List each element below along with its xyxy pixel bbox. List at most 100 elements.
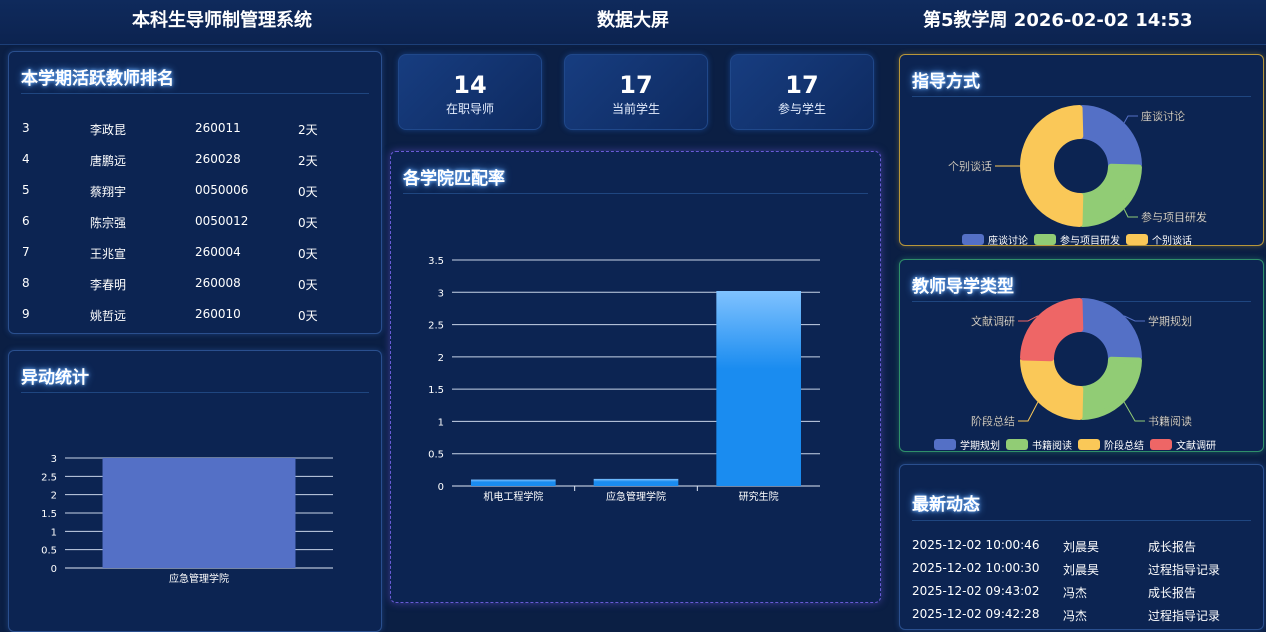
stat-value: 14 <box>453 71 487 99</box>
x-tick-label: 应急管理学院 <box>606 490 666 503</box>
ranking-days: 2天 <box>298 154 318 168</box>
ranking-rank: 5 <box>22 183 30 197</box>
ranking-name: 蔡翔宇 <box>90 185 127 199</box>
y-tick-label: 1 <box>438 417 444 428</box>
legend-item[interactable]: 文献调研 <box>1150 437 1216 452</box>
legend-item[interactable]: 阶段总结 <box>1078 437 1144 452</box>
ranking-id: 260008 <box>195 276 241 290</box>
ranking-row: 9 姚哲远 260010 0天 <box>21 307 361 327</box>
y-tick-label: 2 <box>51 491 57 502</box>
ranking-rank: 8 <box>22 276 30 290</box>
news-time: 2025-12-02 09:42:28 <box>912 607 1040 621</box>
leader-line <box>1123 115 1138 124</box>
donut-slice <box>1078 105 1142 169</box>
system-title: 本科生导师制管理系统 <box>132 10 312 31</box>
y-tick-label: 0 <box>438 482 444 493</box>
stat-value: 17 <box>619 71 653 99</box>
anomaly-panel: 异动统计 0 0.5 1 1.5 2 2.5 3 应急管理学院 <box>8 350 382 632</box>
panel-title: 最新动态 <box>912 495 980 515</box>
ranking-id: 260028 <box>195 152 241 166</box>
legend-item[interactable]: 学期规划 <box>934 437 1000 452</box>
top-header: 本科生导师制管理系统 数据大屏 第5教学周 2026-02-02 14:53 <box>0 0 1266 45</box>
title-divider <box>912 520 1251 521</box>
donut-slice <box>1020 105 1084 227</box>
ranking-rank: 7 <box>22 245 30 259</box>
slice-label: 个别谈话 <box>948 160 992 173</box>
donut-slice <box>1020 298 1084 362</box>
donut-slice <box>1078 298 1142 362</box>
ranking-name: 李政昆 <box>90 123 127 137</box>
ranking-row: 3 李政昆 260011 2天 <box>21 121 361 141</box>
ranking-row: 4 唐鹏远 260028 2天 <box>21 152 361 172</box>
stat-label: 在职导师 <box>445 102 494 116</box>
ranking-rank: 4 <box>22 152 30 166</box>
leader-line <box>1123 401 1145 422</box>
slice-label: 阶段总结 <box>971 414 1015 428</box>
panel-title: 本学期活跃教师排名 <box>21 69 174 89</box>
stat-card-active-tutors: 14 在职导师 <box>398 54 542 130</box>
y-tick-label: 0.5 <box>41 546 57 557</box>
ranking-row: 5 蔡翔宇 0050006 0天 <box>21 183 361 203</box>
ranking-row: 6 陈宗强 0050012 0天 <box>21 214 361 234</box>
legend-swatch <box>1078 439 1100 450</box>
y-tick-label: 3.5 <box>428 256 444 267</box>
ranking-id: 0050012 <box>195 214 249 228</box>
x-tick-label: 应急管理学院 <box>169 572 229 585</box>
y-tick-label: 3 <box>51 454 57 465</box>
ranking-id: 260011 <box>195 121 241 135</box>
news-row: 2025-12-02 10:00:46 刘晨昊 成长报告 <box>912 538 1242 556</box>
ranking-days: 0天 <box>298 309 318 323</box>
news-person: 刘晨昊 <box>1063 563 1100 577</box>
latest-news-panel: 最新动态 2025-12-02 10:00:46 刘晨昊 成长报告 2025-12-0… <box>899 464 1264 630</box>
stat-card-participating-students: 17 参与学生 <box>730 54 874 130</box>
slice-label: 书籍阅读 <box>1148 414 1192 428</box>
y-tick-label: 2 <box>438 353 444 364</box>
y-tick-label: 0.5 <box>428 450 444 461</box>
teaching-type-legend: 学期规划 书籍阅读 阶段总结 文献调研 <box>934 437 1216 452</box>
teaching-type-panel: 教师导学类型 学期规划 书籍阅读 阶段总结 文献调研 学期规划 书籍阅读 阶段总结 文献调研 <box>899 259 1264 452</box>
ranking-days: 0天 <box>298 247 318 261</box>
ranking-row: 7 王兆宣 260004 0天 <box>21 245 361 265</box>
stat-card-current-students: 17 当前学生 <box>564 54 708 130</box>
bar <box>471 479 556 486</box>
news-person: 冯杰 <box>1063 586 1088 600</box>
donut-slice <box>1078 356 1142 420</box>
news-type: 成长报告 <box>1148 586 1197 600</box>
slice-label: 参与项目研发 <box>1141 210 1207 224</box>
x-tick-label: 研究生院 <box>739 490 779 503</box>
news-row: 2025-12-02 09:43:02 冯杰 成长报告 <box>912 584 1242 602</box>
legend-swatch <box>934 439 956 450</box>
news-person: 冯杰 <box>1063 609 1088 623</box>
guidance-legend: 座谈讨论 参与项目研发 个别谈话 <box>962 232 1192 247</box>
teaching-type-donut-chart: 学期规划书籍阅读 阶段总结 文献调研 <box>971 298 1192 428</box>
ranking-id: 260004 <box>195 245 241 259</box>
match-rate-panel: 各学院匹配率 0 0.5 1 1.5 2 2.5 3 3.5 机电工程学院 应急管理学院 研究生院 <box>390 151 881 603</box>
news-time: 2025-12-02 10:00:30 <box>912 561 1040 575</box>
legend-label: 书籍阅读 <box>1032 441 1072 452</box>
week-datetime: 第5教学周 2026-02-02 14:53 <box>923 10 1193 31</box>
y-tick-label: 2.5 <box>41 472 57 483</box>
leader-line <box>1018 401 1039 422</box>
legend-item[interactable]: 个别谈话 <box>1126 232 1192 247</box>
news-row: 2025-12-02 09:42:28 冯杰 过程指导记录 <box>912 607 1242 625</box>
legend-swatch <box>1126 234 1148 245</box>
legend-label: 座谈讨论 <box>988 236 1028 247</box>
title-divider <box>21 93 369 94</box>
x-tick-label: 机电工程学院 <box>483 490 543 503</box>
news-time: 2025-12-02 10:00:46 <box>912 538 1040 552</box>
ranking-rank: 6 <box>22 214 30 228</box>
legend-swatch <box>1006 439 1028 450</box>
legend-swatch <box>1034 234 1056 245</box>
ranking-name: 王兆宣 <box>90 247 127 261</box>
leader-line <box>1123 208 1138 218</box>
ranking-name: 姚哲远 <box>90 309 127 323</box>
legend-item[interactable]: 参与项目研发 <box>1034 232 1120 247</box>
ranking-name: 陈宗强 <box>90 216 127 230</box>
legend-item[interactable]: 书籍阅读 <box>1006 437 1072 452</box>
ranking-days: 2天 <box>298 123 318 137</box>
slice-label: 文献调研 <box>971 314 1015 328</box>
ranking-days: 0天 <box>298 185 318 199</box>
legend-item[interactable]: 座谈讨论 <box>962 232 1028 247</box>
bar <box>102 458 296 568</box>
news-type: 过程指导记录 <box>1148 563 1221 577</box>
